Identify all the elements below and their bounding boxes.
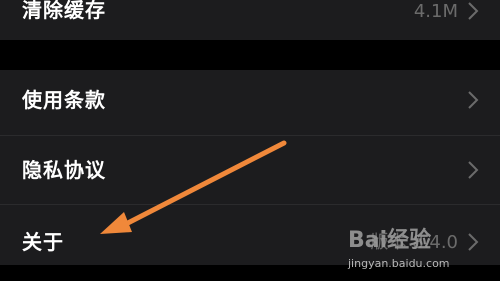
watermark: Bai经验 jingyan.baidu.com <box>324 228 494 278</box>
settings-item-label: 使用条款 <box>22 88 106 112</box>
settings-item-label: 关于 <box>22 230 64 254</box>
settings-item-label: 清除缓存 <box>22 0 106 22</box>
section-gap <box>0 40 500 70</box>
chevron-right-icon <box>468 91 479 109</box>
chevron-right-icon <box>468 161 479 179</box>
settings-item-privacy[interactable]: 隐私协议 <box>0 136 500 204</box>
settings-item-label: 隐私协议 <box>22 158 106 182</box>
chevron-right-icon <box>468 2 479 20</box>
cache-size-value: 4.1M <box>413 1 458 22</box>
settings-item-terms[interactable]: 使用条款 <box>0 70 500 135</box>
settings-item-clear-cache[interactable]: 清除缓存 4.1M <box>0 0 500 40</box>
watermark-logo: Bai经验 <box>348 228 432 253</box>
watermark-url: jingyan.baidu.com <box>348 257 450 270</box>
